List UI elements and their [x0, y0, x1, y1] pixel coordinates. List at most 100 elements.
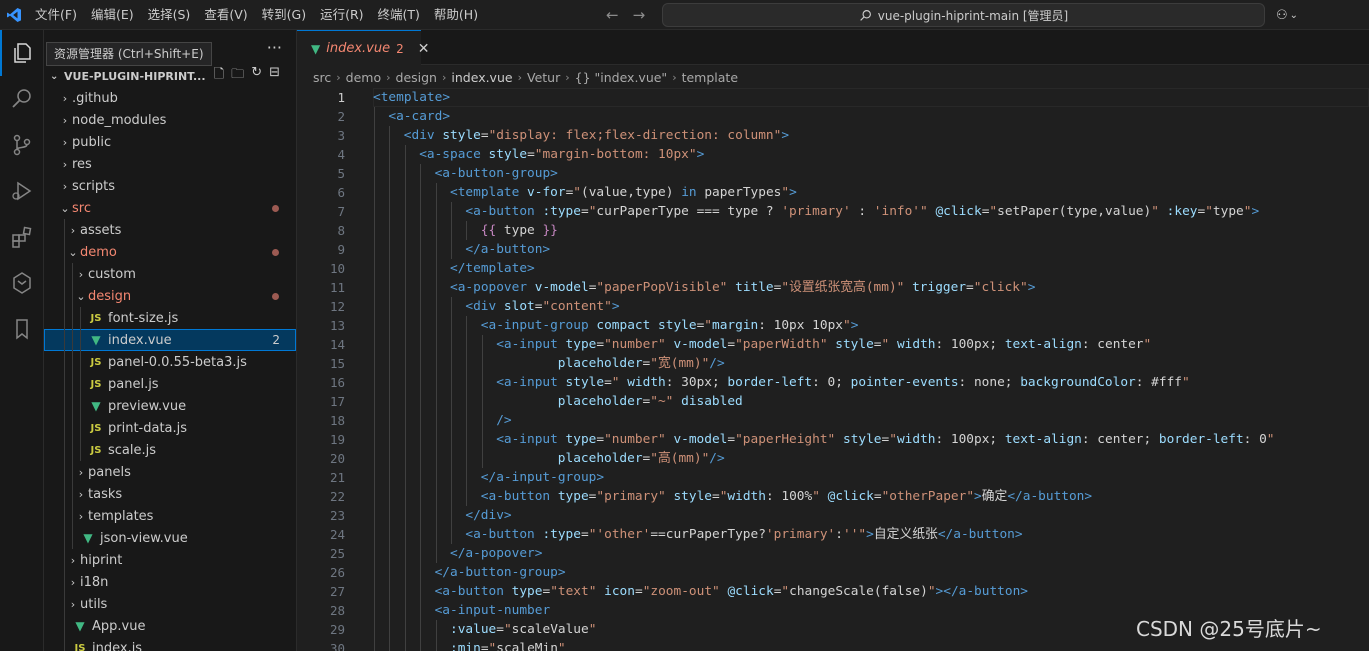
folder-item[interactable]: › tasks: [44, 483, 296, 505]
menu-item[interactable]: 编辑(E): [84, 0, 141, 30]
run-debug-icon[interactable]: [0, 168, 44, 214]
file-item[interactable]: ▼ preview.vue: [44, 395, 296, 417]
breadcrumb-item[interactable]: {} "index.vue": [575, 70, 668, 85]
code-line[interactable]: />: [373, 411, 1369, 430]
file-item[interactable]: JS panel.js: [44, 373, 296, 395]
folder-item[interactable]: › templates: [44, 505, 296, 527]
line-number: 7: [337, 204, 345, 219]
code-line[interactable]: <a-button :type="'other'==curPaperType?'…: [373, 525, 1369, 544]
folder-item[interactable]: › node_modules: [44, 109, 296, 131]
folder-item[interactable]: ⌄ demo: [44, 241, 296, 263]
file-item[interactable]: JS font-size.js: [44, 307, 296, 329]
folder-item[interactable]: › hiprint: [44, 549, 296, 571]
code-line[interactable]: placeholder="~" disabled: [373, 392, 1369, 411]
command-center-search[interactable]: vue-plugin-hiprint-main [管理员]: [662, 3, 1265, 27]
menu-item[interactable]: 帮助(H): [427, 0, 485, 30]
breadcrumb-item[interactable]: index.vue: [451, 70, 512, 85]
folder-item[interactable]: › public: [44, 131, 296, 153]
source-control-icon[interactable]: [0, 122, 44, 168]
new-folder-icon[interactable]: 🗀: [231, 65, 244, 87]
code-line[interactable]: <a-input-group compact style="margin: 10…: [373, 316, 1369, 335]
file-item[interactable]: ▼ App.vue: [44, 615, 296, 637]
code-line[interactable]: placeholder="高(mm)"/>: [373, 449, 1369, 468]
folder-item[interactable]: › scripts: [44, 175, 296, 197]
code-line[interactable]: {{ type }}: [373, 221, 1369, 240]
close-icon[interactable]: ✕: [418, 41, 430, 57]
file-item[interactable]: JS print-data.js: [44, 417, 296, 439]
breadcrumb-item[interactable]: src: [313, 70, 331, 85]
folder-item[interactable]: ⌄ src: [44, 197, 296, 219]
code-line[interactable]: </a-button>: [373, 240, 1369, 259]
indent-guide: [451, 468, 452, 487]
new-file-icon[interactable]: 🗋: [214, 65, 224, 87]
folder-item[interactable]: › .github: [44, 87, 296, 109]
folder-item[interactable]: › panels: [44, 461, 296, 483]
explorer-icon[interactable]: [0, 30, 44, 76]
file-item[interactable]: JS scale.js: [44, 439, 296, 461]
accounts-settings[interactable]: ⚇ ⌄: [1276, 0, 1298, 30]
code-line[interactable]: <a-button :type="curPaperType === type ?…: [373, 202, 1369, 221]
breadcrumb-item[interactable]: template: [682, 70, 738, 85]
folder-item[interactable]: › utils: [44, 593, 296, 615]
code-line[interactable]: <div style="display: flex;flex-direction…: [373, 126, 1369, 145]
menu-item[interactable]: 文件(F): [28, 0, 84, 30]
breadcrumb-item[interactable]: demo: [346, 70, 381, 85]
menu-item[interactable]: 转到(G): [255, 0, 313, 30]
file-item[interactable]: ▼ json-view.vue: [44, 527, 296, 549]
code-line[interactable]: </template>: [373, 259, 1369, 278]
copilot-icon[interactable]: ⚇: [1276, 8, 1288, 23]
collapse-all-icon[interactable]: ⊟: [269, 65, 280, 87]
code-line[interactable]: <a-button type="primary" style="width: 1…: [373, 487, 1369, 506]
file-item[interactable]: JS index.js: [44, 637, 296, 651]
code-line[interactable]: <a-button-group>: [373, 164, 1369, 183]
file-item[interactable]: ▼ index.vue 2: [44, 329, 296, 351]
folder-item[interactable]: ⌄ design: [44, 285, 296, 307]
indent-guide: [374, 259, 375, 278]
workspace-root[interactable]: ⌄ VUE-PLUGIN-HIPRINT... 🗋 🗀 ↻ ⊟: [44, 65, 296, 87]
indent-guide: [404, 145, 406, 164]
search-icon[interactable]: [0, 76, 44, 122]
menu-item[interactable]: 终端(T): [371, 0, 427, 30]
code-area[interactable]: <template> <a-card> <div style="display: f…: [373, 88, 1369, 651]
refresh-icon[interactable]: ↻: [251, 65, 262, 87]
code-line[interactable]: </div>: [373, 506, 1369, 525]
remote-explorer-icon[interactable]: [0, 260, 44, 306]
code-line[interactable]: </a-input-group>: [373, 468, 1369, 487]
code-line[interactable]: <a-input style=" width: 30px; border-lef…: [373, 373, 1369, 392]
back-arrow-icon[interactable]: ←: [606, 6, 619, 24]
code-line[interactable]: <a-card>: [373, 107, 1369, 126]
code-line[interactable]: placeholder="宽(mm)"/>: [373, 354, 1369, 373]
line-number: 8: [337, 223, 345, 238]
code-editor[interactable]: 1 2 3 4 5 6 7 8 9 10 11 12 13 14 15 16 17 18 19 20 21 22 23 24 2…: [297, 88, 1369, 651]
folder-item[interactable]: › res: [44, 153, 296, 175]
extensions-icon[interactable]: [0, 214, 44, 260]
code-token: =: [873, 337, 882, 352]
breadcrumb-item[interactable]: design: [396, 70, 437, 85]
tab-index-vue[interactable]: ▼ index.vue 2 ✕: [297, 30, 429, 66]
forward-arrow-icon[interactable]: →: [633, 6, 646, 24]
more-actions-icon[interactable]: ···: [267, 38, 282, 57]
code-line[interactable]: <a-popover v-model = "paperPopVisible" tit…: [373, 278, 1369, 297]
code-token: border-left: [1158, 432, 1244, 447]
code-line[interactable]: <div slot="content">: [373, 297, 1369, 316]
breadcrumb-item[interactable]: Vetur: [527, 70, 560, 85]
code-line[interactable]: </a-button-group>: [373, 563, 1369, 582]
code-token: "设置纸张宽高(mm)": [781, 280, 905, 295]
menu-item[interactable]: 选择(S): [141, 0, 198, 30]
menu-item[interactable]: 查看(V): [197, 0, 254, 30]
code-line[interactable]: <a-button type="text" icon="zoom-out" @c…: [373, 582, 1369, 601]
code-token: paperTypes: [696, 185, 782, 200]
menu-item[interactable]: 运行(R): [313, 0, 370, 30]
folder-item[interactable]: › assets: [44, 219, 296, 241]
folder-item[interactable]: › custom: [44, 263, 296, 285]
bookmark-icon[interactable]: [0, 306, 44, 352]
code-line[interactable]: <template>: [373, 88, 1369, 107]
file-item[interactable]: JS panel-0.0.55-beta3.js: [44, 351, 296, 373]
code-line[interactable]: </a-popover>: [373, 544, 1369, 563]
code-line[interactable]: <template v-for="(value,type) in paperTy…: [373, 183, 1369, 202]
code-token: style: [565, 375, 605, 390]
code-line[interactable]: <a-space style="margin-bottom: 10px">: [373, 145, 1369, 164]
code-line[interactable]: <a-input type="number" v-model="paperHei…: [373, 430, 1369, 449]
code-line[interactable]: <a-input type="number" v-model="paperWid…: [373, 335, 1369, 354]
folder-item[interactable]: › i18n: [44, 571, 296, 593]
